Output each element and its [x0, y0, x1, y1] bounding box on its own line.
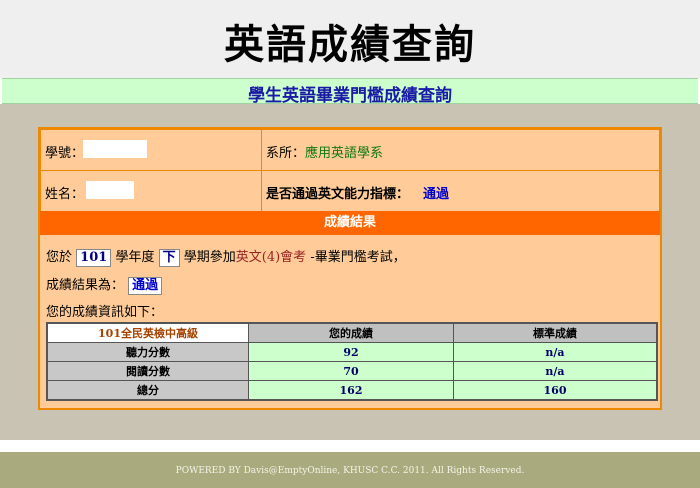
row-standard: 160	[453, 380, 658, 401]
result-title-bar: 成績結果	[40, 211, 660, 235]
row-label: 聽力分數	[46, 342, 249, 362]
page-title: 英語成績查詢	[224, 21, 476, 68]
student-id-label: 學號：	[45, 146, 85, 161]
page-header: 英語成績查詢	[0, 0, 700, 78]
sentence-end: -畢業門檻考試，	[310, 250, 406, 265]
page-subtitle: 學生英語畢業門檻成績查詢	[248, 86, 452, 106]
table-header-standard: 標準成績	[453, 322, 658, 343]
name-value	[86, 181, 134, 199]
page-footer: POWERED BY Davis@EmptyOnline, KHUSC C.C.…	[0, 452, 700, 488]
row-yours: 162	[248, 380, 454, 401]
row-label: 總分	[46, 380, 249, 401]
row-yours: 70	[248, 361, 454, 381]
student-id-cell: 學號：	[40, 129, 262, 171]
name-cell: 姓名：	[40, 170, 262, 212]
table-row: 總分 162 160	[46, 380, 658, 401]
result-line: 成績結果為： 通過	[46, 274, 163, 295]
result-value: 通過	[128, 277, 163, 295]
sentence-prefix: 您於	[46, 250, 73, 265]
table-header-yours: 您的成績	[248, 322, 454, 343]
name-label: 姓名：	[45, 187, 85, 202]
footer-text: POWERED BY Davis@EmptyOnline, KHUSC C.C.…	[175, 466, 525, 476]
exam-name: 英文(4)會考	[235, 250, 307, 265]
details-label: 您的成績資訊如下：	[46, 305, 164, 320]
row-yours: 92	[248, 342, 454, 362]
department-value: 應用英語學系	[305, 146, 384, 161]
passed-label: 是否通過英文能力指標：	[266, 187, 410, 202]
sentence-mid: 學期參加	[183, 250, 236, 265]
department-label: 系所：	[266, 146, 306, 161]
row-label: 閱讀分數	[46, 361, 249, 381]
result-label: 成績結果為：	[46, 278, 125, 293]
row-standard: n/a	[453, 342, 658, 362]
subtitle-bar: 學生英語畢業門檻成績查詢	[2, 78, 698, 106]
academic-year: 101	[76, 249, 112, 267]
table-header-exam: 101全民英檢中高級	[46, 322, 249, 343]
passed-value: 通過	[423, 187, 450, 202]
result-panel: 學號： 系所： 應用英語學系 姓名： 是否通過英文能力指標： 通過 成績結果 您…	[38, 127, 662, 410]
passed-cell: 是否通過英文能力指標： 通過	[261, 170, 660, 212]
row-standard: n/a	[453, 361, 658, 381]
table-row: 聽力分數 92 n/a	[46, 342, 658, 362]
table-row: 閱讀分數 70 n/a	[46, 361, 658, 381]
table-header-row: 101全民英檢中高級 您的成績 標準成績	[46, 322, 658, 343]
exam-sentence: 您於 101 學年度 下 學期參加英文(4)會考 -畢業門檻考試，	[46, 246, 406, 267]
year-suffix: 學年度	[115, 250, 155, 265]
scores-table: 101全民英檢中高級 您的成績 標準成績 聽力分數 92 n/a 閱讀分數 70…	[46, 322, 658, 401]
department-cell: 系所： 應用英語學系	[261, 129, 660, 171]
term: 下	[158, 249, 180, 267]
student-id-value	[83, 140, 147, 158]
